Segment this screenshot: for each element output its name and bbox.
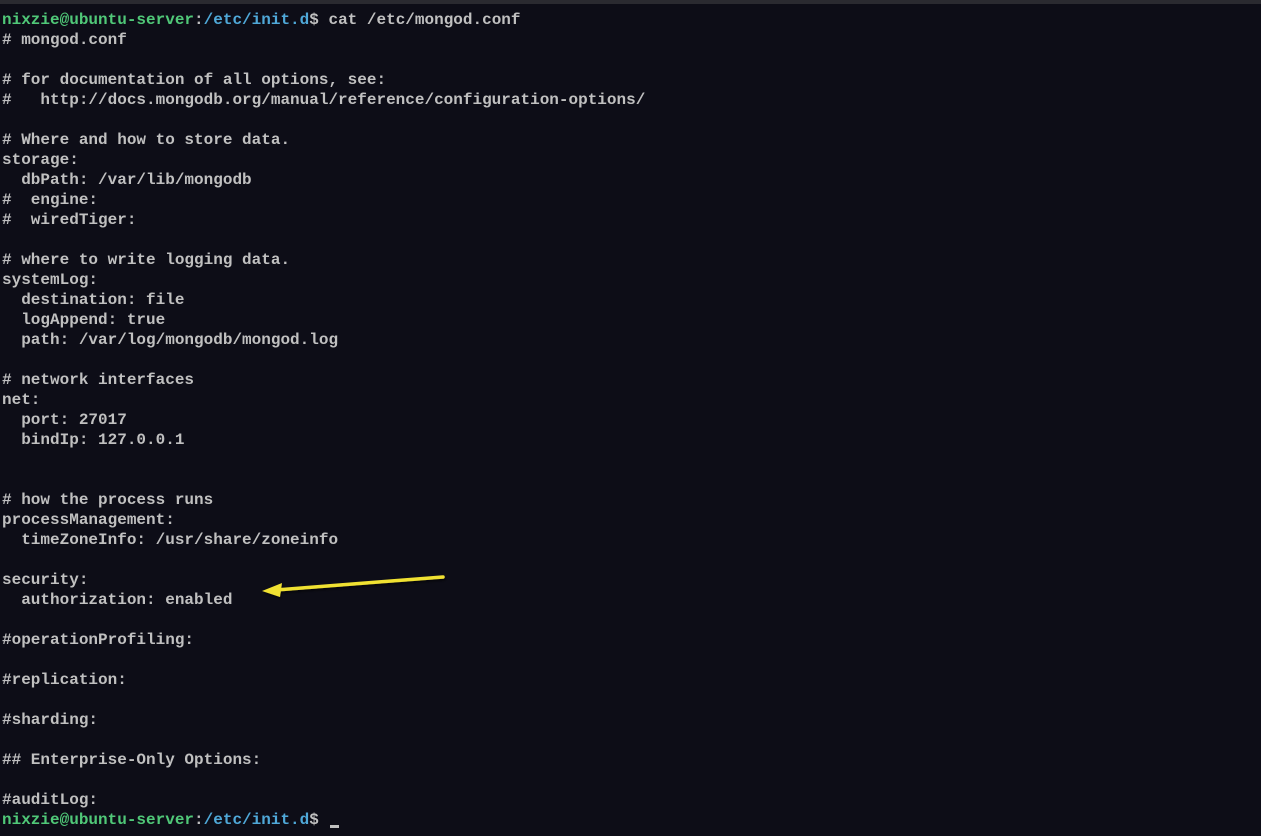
output-line: bindIp: 127.0.0.1 — [2, 431, 184, 449]
output-line: path: /var/log/mongodb/mongod.log — [2, 331, 338, 349]
output-line: # wiredTiger: — [2, 211, 136, 229]
prompt-path: /etc/init.d — [204, 11, 310, 29]
output-line: timeZoneInfo: /usr/share/zoneinfo — [2, 531, 338, 549]
terminal-output[interactable]: nixzie@ubuntu-server:/etc/init.d$ cat /e… — [0, 4, 1261, 836]
output-line: port: 27017 — [2, 411, 127, 429]
output-line: storage: — [2, 151, 79, 169]
prompt-user: nixzie@ubuntu-server — [2, 811, 194, 829]
output-line: # mongod.conf — [2, 31, 127, 49]
output-line: net: — [2, 391, 40, 409]
prompt-dollar: $ — [309, 11, 319, 29]
output-line: #sharding: — [2, 711, 98, 729]
output-line: processManagement: — [2, 511, 175, 529]
prompt-line-1: nixzie@ubuntu-server:/etc/init.d$ cat /e… — [2, 11, 521, 29]
output-line: # http://docs.mongodb.org/manual/referen… — [2, 91, 645, 109]
prompt-colon: : — [194, 811, 204, 829]
output-line: security: — [2, 571, 88, 589]
prompt-user: nixzie@ubuntu-server — [2, 11, 194, 29]
output-line: # how the process runs — [2, 491, 213, 509]
command-text: cat /etc/mongod.conf — [319, 11, 521, 29]
output-line: authorization: enabled — [2, 591, 232, 609]
prompt-colon: : — [194, 11, 204, 29]
output-line: dbPath: /var/lib/mongodb — [2, 171, 252, 189]
prompt-dollar: $ — [309, 811, 319, 829]
output-line: # for documentation of all options, see: — [2, 71, 386, 89]
output-line: # engine: — [2, 191, 98, 209]
output-line: destination: file — [2, 291, 184, 309]
prompt-line-2: nixzie@ubuntu-server:/etc/init.d$ — [2, 811, 339, 829]
output-line: ## Enterprise-Only Options: — [2, 751, 261, 769]
output-line: # network interfaces — [2, 371, 194, 389]
output-line: #replication: — [2, 671, 127, 689]
output-line: #auditLog: — [2, 791, 98, 809]
output-line: logAppend: true — [2, 311, 165, 329]
output-line: # Where and how to store data. — [2, 131, 290, 149]
cursor — [330, 825, 339, 828]
output-line: #operationProfiling: — [2, 631, 194, 649]
output-line: systemLog: — [2, 271, 98, 289]
output-line: # where to write logging data. — [2, 251, 290, 269]
prompt-path: /etc/init.d — [204, 811, 310, 829]
